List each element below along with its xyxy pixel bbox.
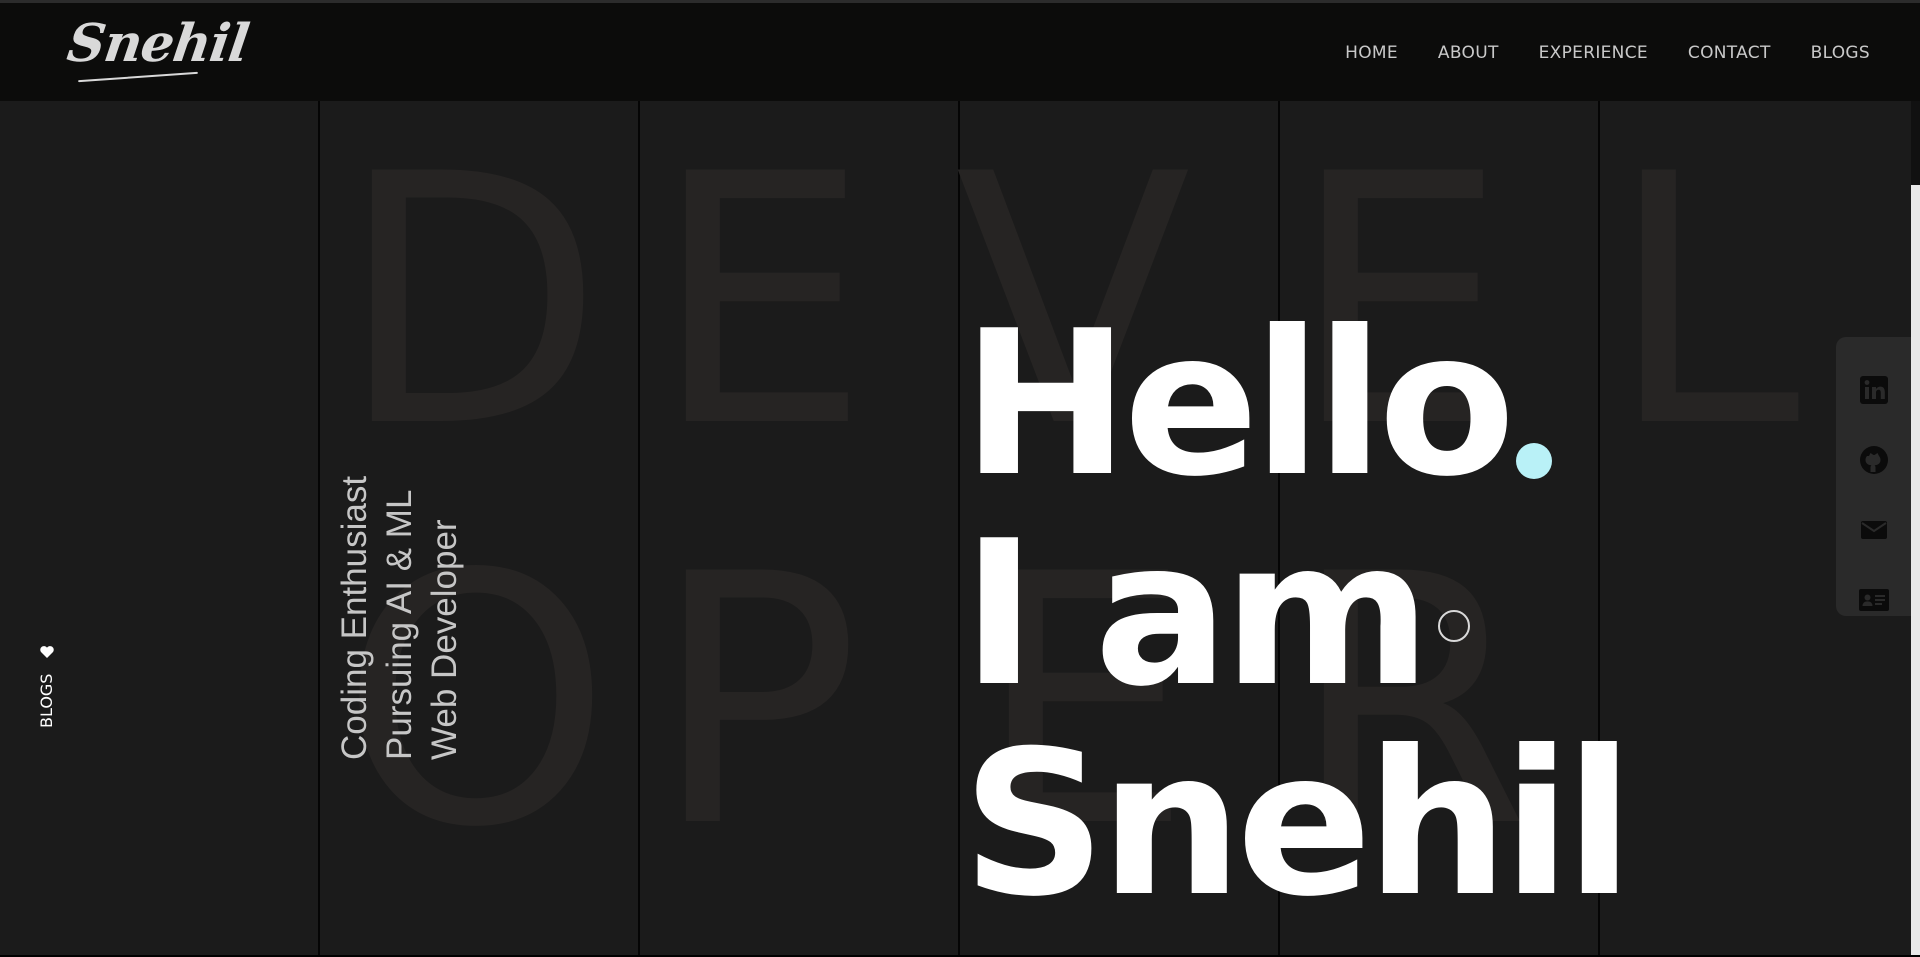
background-letter: D — [338, 102, 604, 503]
linkedin-link[interactable] — [1836, 357, 1912, 427]
nav-contact[interactable]: CONTACT — [1688, 43, 1771, 63]
hero-line-2: I am — [962, 498, 1431, 731]
side-blogs-label: BLOGS — [37, 673, 56, 728]
linkedin-icon — [1859, 375, 1889, 410]
heart-icon — [39, 644, 55, 660]
github-link[interactable] — [1836, 427, 1912, 497]
resume-card-icon — [1858, 585, 1890, 620]
resume-link[interactable] — [1836, 567, 1912, 637]
tagline: Coding Enthusiast Pursuing AI & ML Web D… — [332, 476, 467, 760]
github-icon — [1859, 445, 1889, 480]
nav-blogs[interactable]: BLOGS — [1811, 43, 1870, 63]
tagline-line: Web Developer — [425, 519, 464, 760]
site-header: Snehil HOME ABOUT EXPERIENCE CONTACT BLO… — [0, 0, 1920, 101]
email-icon — [1859, 515, 1889, 550]
tagline-line: Pursuing AI & ML — [380, 489, 419, 760]
column-divider — [638, 101, 640, 957]
social-panel — [1836, 337, 1912, 616]
hero-line-1: Hello — [962, 288, 1516, 521]
main-nav: HOME ABOUT EXPERIENCE CONTACT BLOGS — [1345, 43, 1870, 63]
column-divider — [318, 101, 320, 957]
background-letter: E — [652, 102, 870, 503]
hero-line-3: Snehil — [962, 708, 1634, 941]
nav-experience[interactable]: EXPERIENCE — [1539, 43, 1648, 63]
scrollbar-thumb[interactable] — [1911, 185, 1920, 957]
background-letter: P — [652, 502, 861, 903]
tagline-line: Coding Enthusiast — [335, 475, 374, 760]
email-link[interactable] — [1836, 497, 1912, 567]
nav-home[interactable]: HOME — [1345, 43, 1398, 63]
side-blogs-link[interactable]: BLOGS — [37, 644, 56, 728]
nav-about[interactable]: ABOUT — [1438, 43, 1499, 63]
logo[interactable]: Snehil — [64, 13, 252, 74]
page: D E V E L O P E R Snehil HOME ABOUT EXPE… — [0, 0, 1920, 957]
hero-heading: Hello I am Snehil — [962, 300, 1634, 941]
accent-dot — [1515, 443, 1552, 479]
background-letter: L — [1608, 102, 1801, 503]
custom-cursor — [1438, 610, 1470, 642]
